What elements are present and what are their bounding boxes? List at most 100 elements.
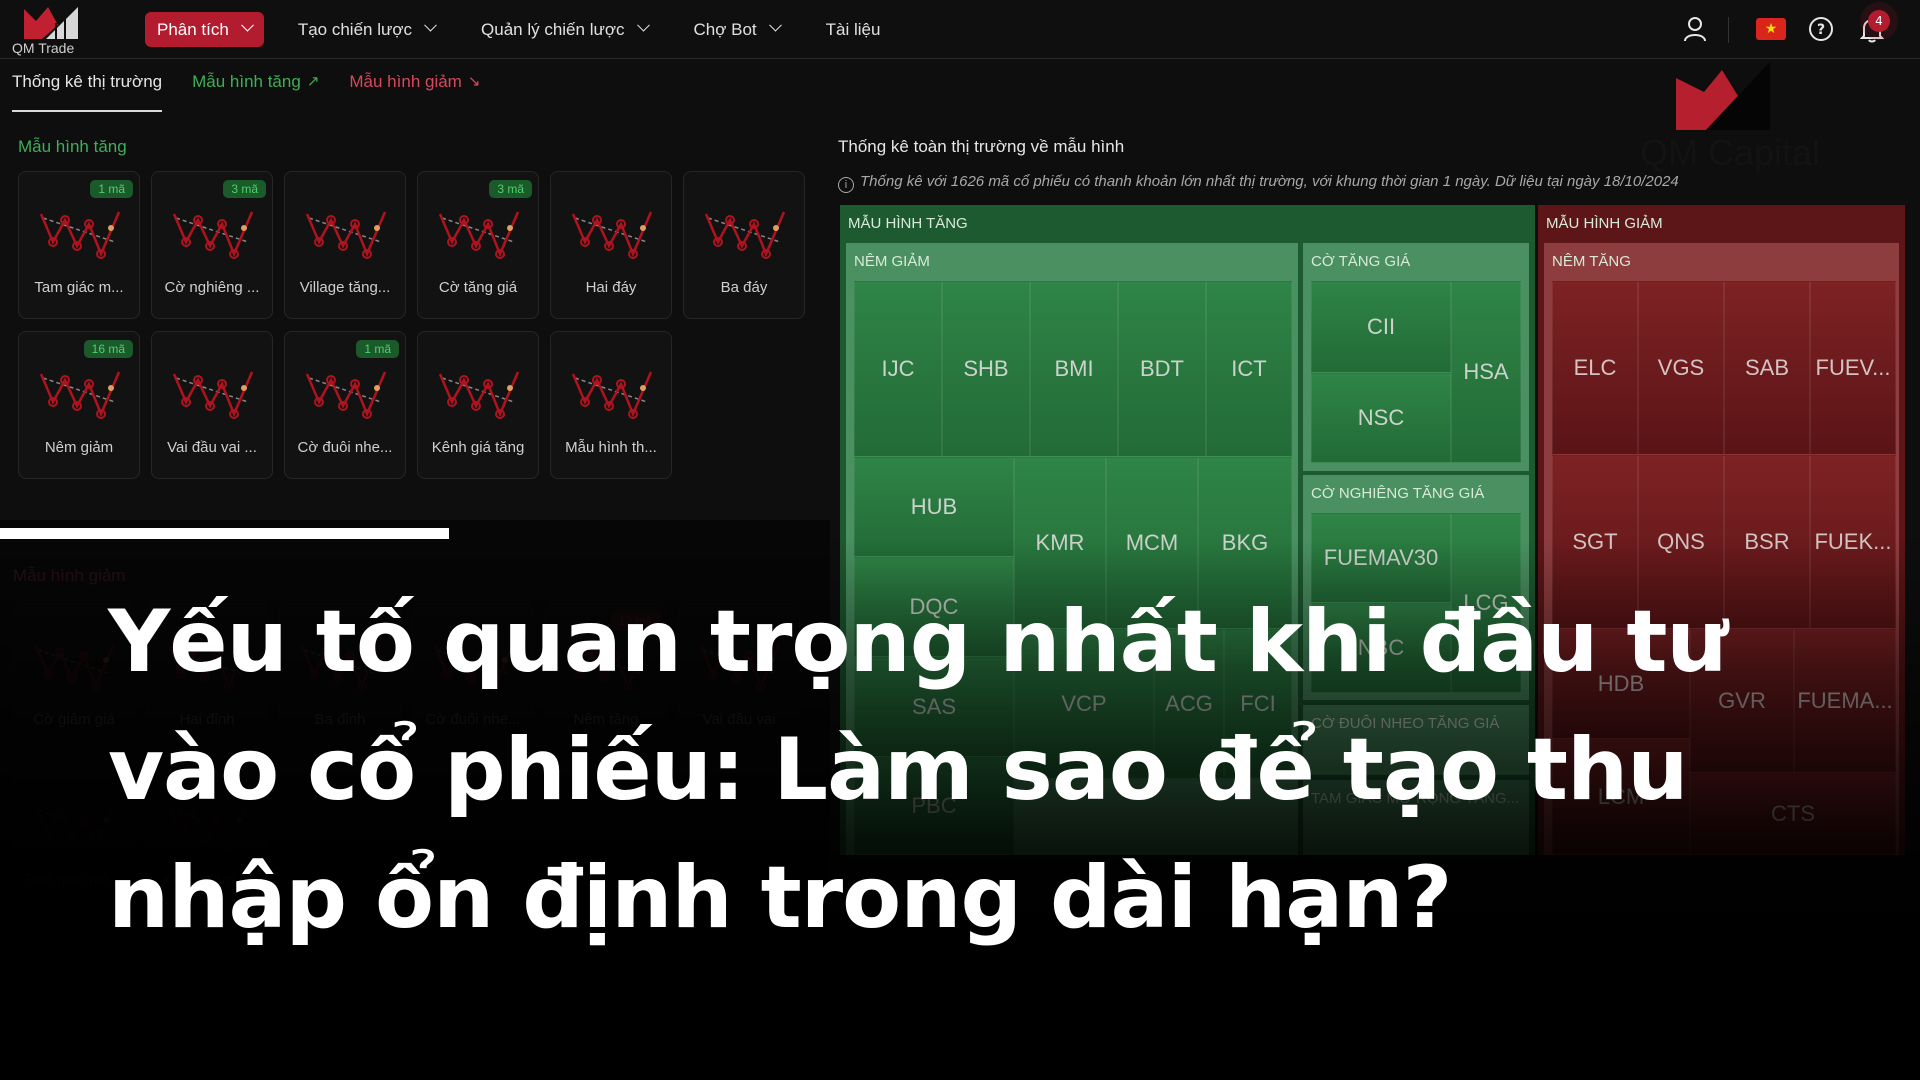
pattern-chart-icon xyxy=(305,371,387,419)
pattern-chart-icon xyxy=(438,371,520,419)
pattern-card-label: Village tăng... xyxy=(299,279,391,296)
sub-tabs: Thống kê thị trường Mẫu hình tăng ↗ Mẫu … xyxy=(12,72,510,114)
pattern-card[interactable]: 16 mã Nêm giảm xyxy=(18,331,140,479)
pattern-card[interactable]: 3 mã Cờ tăng giá xyxy=(417,171,539,319)
pattern-card[interactable]: 1 mã Tam giác m... xyxy=(18,171,140,319)
treemap-sub-co-tang-gia: Cờ tăng giá CII HSA NSC xyxy=(1303,243,1529,471)
pattern-card-label: Hai đáy xyxy=(585,279,637,296)
ticker-cell[interactable]: ICT xyxy=(1206,281,1292,457)
user-icon[interactable] xyxy=(1683,16,1707,42)
tab-label: Mẫu hình giảm xyxy=(349,72,462,91)
pattern-card-label: Kênh giá tăng xyxy=(431,439,525,456)
help-icon[interactable]: ? xyxy=(1808,16,1834,42)
notification-badge: 4 xyxy=(1868,10,1890,32)
ticker-cell[interactable]: NSC xyxy=(1311,373,1451,463)
ticker-cell[interactable]: HSA xyxy=(1451,281,1521,463)
tab-mau-hinh-tang[interactable]: Mẫu hình tăng ↗ xyxy=(192,72,319,112)
pattern-card-label: Cờ đuôi nhe... xyxy=(297,439,393,456)
pattern-chart-icon xyxy=(438,211,520,259)
logo-mark-icon xyxy=(24,7,78,39)
sub-label: Cờ nghiêng tăng giá xyxy=(1311,485,1485,502)
logo-text: QM Trade xyxy=(12,40,75,56)
pattern-card-label: Tam giác m... xyxy=(34,279,124,296)
pattern-card-label: Nêm giảm xyxy=(44,439,114,456)
trend-up-icon: ↗ xyxy=(306,73,320,90)
pattern-chart-icon xyxy=(704,211,786,259)
pattern-card-label: Ba đáy xyxy=(720,279,768,296)
page: QM Trade Phân tích Tạo chiến lược Quản l… xyxy=(0,0,1920,1080)
pattern-chart-icon xyxy=(571,371,653,419)
pattern-card[interactable]: Ba đáy xyxy=(683,171,805,319)
tab-thong-ke-thi-truong[interactable]: Thống kê thị trường xyxy=(12,72,163,112)
tab-label: Thống kê thị trường xyxy=(12,72,163,91)
count-badge: 3 mã xyxy=(223,180,266,198)
chevron-down-icon xyxy=(768,18,782,32)
pattern-chart-icon xyxy=(172,211,254,259)
nav-quan-ly-chien-luoc[interactable]: Quản lý chiến lược xyxy=(471,12,657,47)
pattern-card-label: Cờ nghiêng ... xyxy=(164,279,260,296)
qm-capital-watermark: QM Capital xyxy=(1640,60,1820,173)
pattern-card[interactable]: 3 mã Cờ nghiêng ... xyxy=(151,171,273,319)
nav-phan-tich[interactable]: Phân tích xyxy=(145,12,264,47)
pattern-chart-icon xyxy=(172,371,254,419)
count-badge: 1 mã xyxy=(356,340,399,358)
pattern-card[interactable]: Hai đáy xyxy=(550,171,672,319)
chevron-down-icon xyxy=(240,18,254,32)
pattern-card-label: Cờ tăng giá xyxy=(438,279,518,296)
tab-label: Mẫu hình tăng xyxy=(192,72,301,91)
tab-mau-hinh-giam[interactable]: Mẫu hình giảm ↘ xyxy=(349,72,480,112)
ticker-cell[interactable]: FUEMA... xyxy=(1794,629,1896,773)
watermark-text: QM Capital xyxy=(1640,132,1821,173)
ticker-cell[interactable]: ELC xyxy=(1552,281,1638,455)
svg-text:?: ? xyxy=(1817,22,1825,38)
qm-trade-logo[interactable]: QM Trade xyxy=(12,5,88,57)
count-badge: 1 mã xyxy=(90,180,133,198)
ticker-cell[interactable]: BDT xyxy=(1118,281,1206,457)
nav-label: Tài liệu xyxy=(825,19,881,39)
ticker-cell[interactable]: BMI xyxy=(1030,281,1118,457)
pattern-card[interactable]: Kênh giá tăng xyxy=(417,331,539,479)
pattern-card-label: Mẫu hình th... xyxy=(565,439,657,456)
group-label: Mẫu hình giảm xyxy=(1546,215,1663,232)
bullish-section-title: Mẫu hình tăng xyxy=(18,137,127,156)
count-badge: 3 mã xyxy=(489,180,532,198)
nav-tai-lieu[interactable]: Tài liệu xyxy=(816,12,891,47)
nav-label: Quản lý chiến lược xyxy=(481,19,625,39)
pattern-card-label: Vai đầu vai ... xyxy=(167,439,257,456)
nav-tao-chien-luoc[interactable]: Tạo chiến lược xyxy=(288,12,445,47)
pattern-card[interactable]: Village tăng... xyxy=(284,171,406,319)
vietnam-flag-icon[interactable]: ★ xyxy=(1756,18,1786,40)
ticker-cell[interactable]: SHB xyxy=(942,281,1030,457)
chevron-down-icon xyxy=(424,18,437,32)
ticker-cell[interactable]: CII xyxy=(1311,281,1451,373)
pattern-chart-icon xyxy=(34,643,116,691)
ticker-cell[interactable]: FUEV... xyxy=(1810,281,1896,455)
pattern-chart-icon xyxy=(305,211,387,259)
pattern-chart-icon xyxy=(39,371,121,419)
sub-label: Cờ tăng giá xyxy=(1311,253,1411,270)
divider xyxy=(1728,17,1729,43)
top-nav-bar: QM Trade Phân tích Tạo chiến lược Quản l… xyxy=(0,0,1920,59)
nav-label: Phân tích xyxy=(157,19,229,39)
headline-line: vào cổ phiếu: Làm sao để tạo thu xyxy=(108,720,1688,820)
chevron-down-icon xyxy=(636,18,650,32)
accent-bar xyxy=(0,528,449,539)
ticker-cell[interactable]: SAB xyxy=(1724,281,1810,455)
trend-down-icon: ↘ xyxy=(467,73,481,90)
headline-line: Yếu tố quan trọng nhất khi đầu tư xyxy=(108,592,1728,692)
ticker-cell[interactable]: VGS xyxy=(1638,281,1724,455)
sub-label: Nêm tăng xyxy=(1552,253,1631,270)
headline-line: nhập ổn định trong dài hạn? xyxy=(108,848,1452,948)
ticker-cell[interactable]: IJC xyxy=(854,281,942,457)
treemap-note: i Thống kê với 1626 mã cổ phiếu có thanh … xyxy=(838,173,1679,193)
pattern-card[interactable]: Vai đầu vai ... xyxy=(151,331,273,479)
treemap-title: Thống kê toàn thị trường về mẫu hình xyxy=(838,137,1125,156)
ticker-cell[interactable]: FUEK... xyxy=(1810,455,1896,629)
nav-label: Tạo chiến lược xyxy=(297,19,413,39)
ticker-cell[interactable]: HUB xyxy=(854,457,1014,557)
pattern-card[interactable]: 1 mã Cờ đuôi nhe... xyxy=(284,331,406,479)
pattern-card[interactable]: Mẫu hình th... xyxy=(550,331,672,479)
main-nav: Phân tích Tạo chiến lược Quản lý chiến l… xyxy=(145,12,916,47)
sub-label: Nêm giảm xyxy=(854,253,930,270)
nav-cho-bot[interactable]: Chợ Bot xyxy=(684,12,790,47)
